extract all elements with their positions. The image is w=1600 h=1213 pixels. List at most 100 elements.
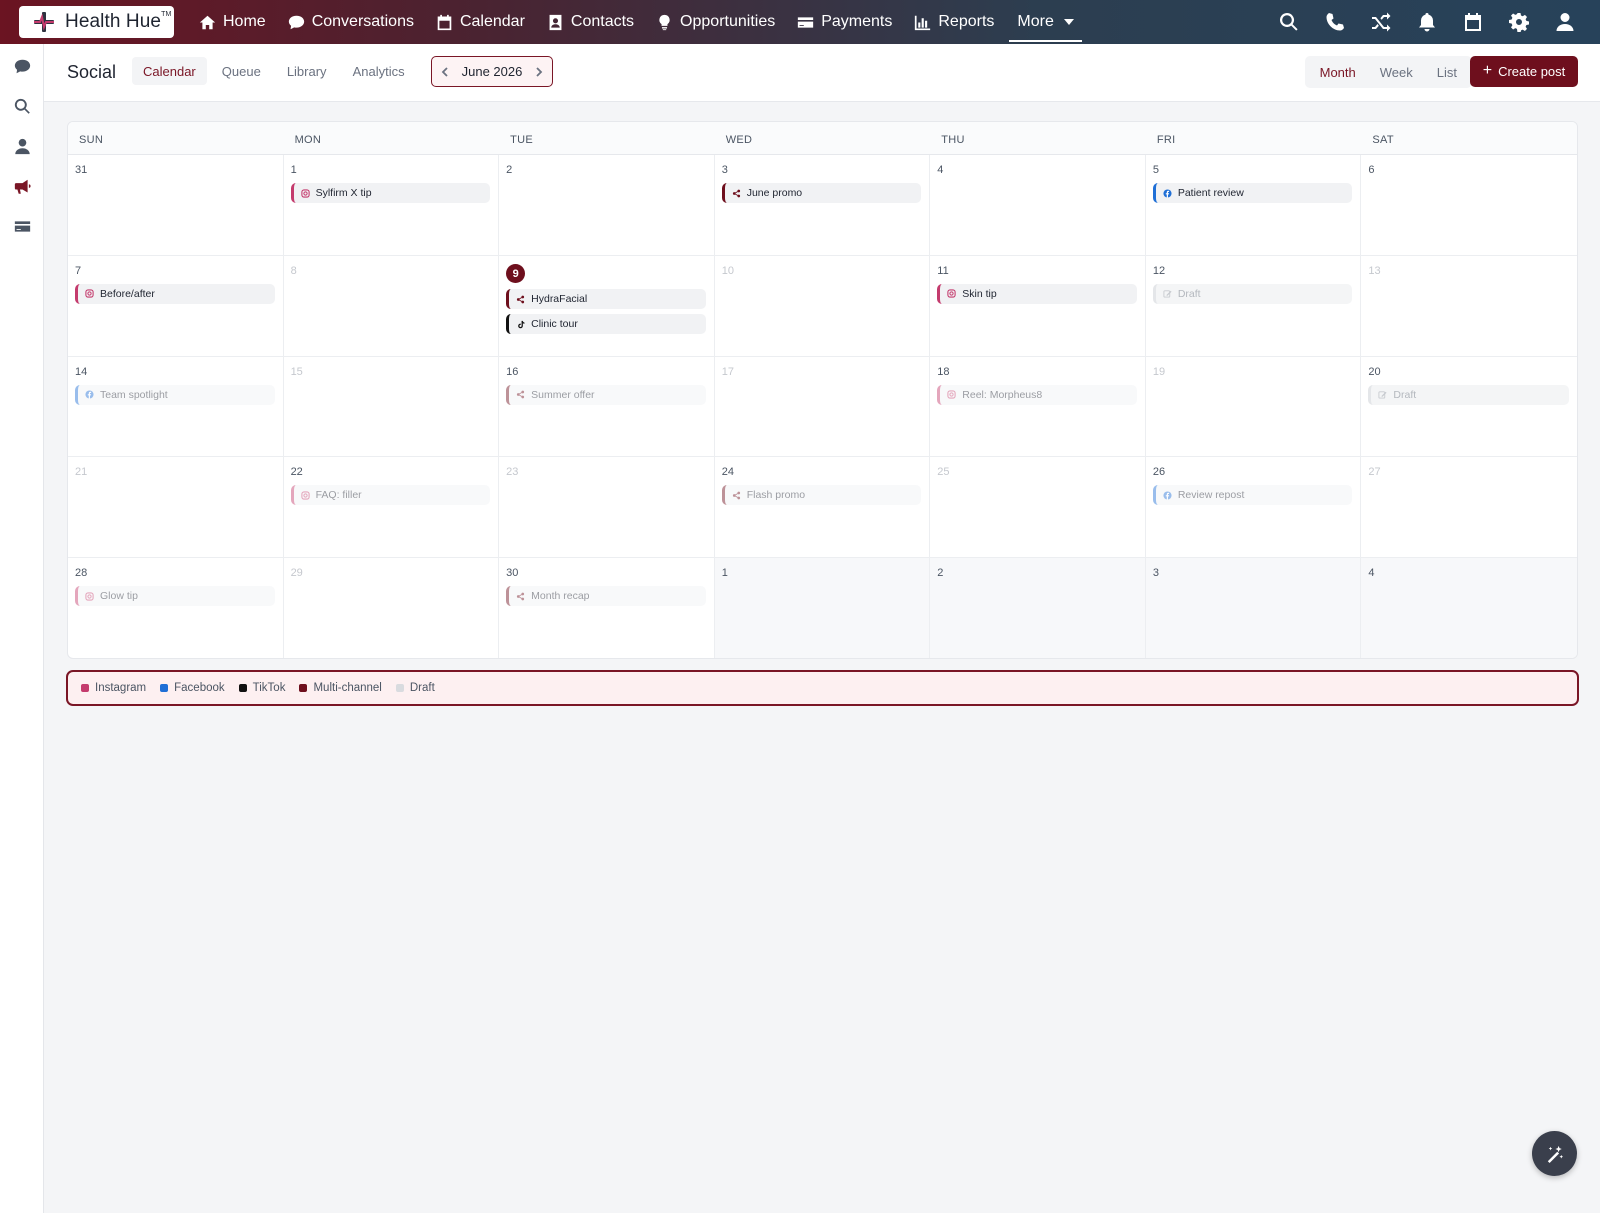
calendar-day-cell[interactable]: 13 (1361, 256, 1577, 357)
calendar-day-cell[interactable]: 3 (1145, 558, 1362, 658)
calendar-day-cell[interactable]: 3 June promo (714, 155, 931, 256)
nav-calendar[interactable]: Calendar (425, 0, 536, 44)
nav-contacts[interactable]: Contacts (536, 0, 645, 44)
calendar-day-cell[interactable]: 27 (1361, 457, 1577, 559)
calendar-day-cell[interactable]: 25 (930, 457, 1146, 559)
calendar-day-cell[interactable]: 26 Review repost (1145, 457, 1362, 559)
scheduled-post-chip[interactable]: HydraFacial (506, 289, 706, 310)
calendar-day-cell[interactable]: 28 Glow tip (68, 558, 284, 658)
scheduled-post-chip[interactable]: Skin tip (937, 283, 1137, 304)
search-button[interactable] (1266, 0, 1312, 44)
calendar-day-cell[interactable]: 29 (283, 558, 500, 658)
calendar-day-cell[interactable]: 4 (930, 155, 1146, 256)
tab-calendar[interactable]: Calendar (132, 57, 207, 85)
tab-analytics[interactable]: Analytics (342, 57, 416, 85)
calendar-day-cell[interactable]: 4 (1361, 558, 1577, 658)
view-list-button[interactable]: List (1425, 59, 1469, 85)
scheduled-post-chip[interactable]: Reel: Morpheus8 (937, 384, 1137, 405)
top-actions (1266, 0, 1588, 44)
calendar-day-cell[interactable]: 20 Draft (1361, 357, 1577, 458)
calendar-day-cell[interactable]: 16 Summer offer (499, 356, 715, 458)
calendar-day-cell[interactable]: 31 (68, 155, 284, 256)
scheduled-post-chip[interactable]: Sylfirm X tip (290, 183, 491, 203)
rail-payments[interactable] (0, 206, 44, 246)
prev-month-button[interactable] (438, 65, 452, 79)
weekday-header: SUN MON TUE WED THU FRI SAT (68, 122, 1577, 155)
brand-logo[interactable]: Health HueTM (19, 6, 174, 38)
scheduled-post-chip[interactable]: Flash promo (721, 485, 922, 506)
calendar-day-cell[interactable]: 22 FAQ: filler (283, 457, 500, 559)
search-icon (14, 98, 30, 114)
calendar-grid: 31 1 Sylfirm X tip 2 3 June promo 4 5 Patient re… (68, 155, 1577, 658)
calendar-day-cell[interactable]: 12 Draft (1145, 255, 1362, 357)
notifications-button[interactable] (1404, 0, 1450, 44)
calendar-day-cell[interactable]: 1 Sylfirm X tip (283, 155, 500, 256)
nav-opportunities[interactable]: Opportunities (645, 0, 786, 44)
shuffle-button[interactable] (1358, 0, 1404, 44)
day-number: 3 (1152, 567, 1159, 580)
nav-payments[interactable]: Payments (786, 0, 903, 44)
draft-post-chip[interactable]: Draft (1368, 384, 1569, 405)
calendar-day-cell[interactable]: 14 Team spotlight (68, 356, 284, 458)
scheduled-post-chip[interactable]: June promo (721, 183, 922, 203)
nav-more[interactable]: More (1009, 4, 1082, 42)
scheduled-post-chip[interactable]: Clinic tour (506, 314, 706, 335)
create-post-button[interactable]: + Create post (1470, 56, 1578, 87)
ai-assist-button[interactable] (1532, 1131, 1577, 1176)
calendar-day-cell[interactable]: 10 (714, 255, 931, 357)
calendar-day-cell[interactable]: 23 (499, 457, 715, 559)
scheduled-post-chip[interactable]: Month recap (506, 586, 706, 607)
nav-home[interactable]: Home (188, 0, 277, 44)
tab-queue[interactable]: Queue (211, 57, 272, 85)
calendar-day-cell[interactable]: 15 (283, 356, 500, 458)
calendar-day-cell[interactable]: 11 Skin tip (930, 255, 1146, 357)
profile-button[interactable] (1542, 0, 1588, 44)
settings-button[interactable] (1496, 0, 1542, 44)
rail-conversations[interactable] (0, 46, 44, 86)
legend-label: Instagram (95, 682, 147, 694)
rail-search[interactable] (0, 86, 44, 126)
credit-card-icon (798, 16, 814, 28)
draft-post-chip[interactable]: Draft (1152, 283, 1353, 304)
tab-library[interactable]: Library (276, 57, 338, 85)
calendar-day-cell[interactable]: 24 Flash promo (714, 457, 931, 559)
day-number: 21 (75, 466, 88, 479)
chat-icon (14, 59, 30, 73)
calendar-button[interactable] (1450, 0, 1496, 44)
calendar-day-cell[interactable]: 19 (1145, 356, 1362, 458)
rail-contacts[interactable] (0, 126, 44, 166)
nav-reports[interactable]: Reports (903, 0, 1005, 44)
view-month-button[interactable]: Month (1308, 59, 1368, 85)
user-icon (1556, 13, 1574, 31)
post-title: Skin tip (962, 287, 997, 300)
calendar-day-cell[interactable]: 7 Before/after (68, 255, 284, 357)
nav-conversations[interactable]: Conversations (277, 0, 425, 44)
scheduled-post-chip[interactable]: FAQ: filler (290, 485, 491, 506)
scheduled-post-chip[interactable]: Summer offer (506, 384, 706, 405)
scheduled-post-chip[interactable]: Glow tip (75, 586, 275, 607)
rail-social[interactable] (0, 166, 44, 206)
calendar-day-cell[interactable]: 6 (1361, 155, 1577, 256)
scheduled-post-chip[interactable]: Review repost (1152, 485, 1353, 506)
calendar-day-cell[interactable]: 21 (68, 457, 284, 559)
calendar-day-cell[interactable]: 8 (283, 255, 500, 357)
calendar-day-cell[interactable]: 5 Patient review (1145, 155, 1362, 256)
calendar-day-cell[interactable]: 17 (714, 356, 931, 458)
next-month-button[interactable] (532, 65, 546, 79)
post-title: June promo (746, 187, 803, 199)
scheduled-post-chip[interactable]: Before/after (75, 283, 275, 304)
day-number: 19 (1152, 365, 1166, 378)
calendar-day-cell[interactable]: 18 Reel: Morpheus8 (930, 356, 1146, 458)
scheduled-post-chip[interactable]: Patient review (1152, 183, 1353, 203)
weekday-label: FRI (1156, 134, 1176, 146)
calendar-day-cell[interactable]: 2 (499, 155, 715, 256)
calendar-day-cell[interactable]: 9 HydraFacial Clinic tour (499, 255, 715, 357)
calendar-day-cell[interactable]: 1 (714, 558, 931, 658)
calendar-day-cell[interactable]: 30 Month recap (499, 558, 715, 658)
calendar-day-cell[interactable]: 2 (930, 558, 1146, 658)
instagram-icon (85, 592, 94, 601)
view-week-button[interactable]: Week (1368, 59, 1425, 85)
scheduled-post-chip[interactable]: Team spotlight (75, 384, 275, 405)
phone-button[interactable] (1312, 0, 1358, 44)
legend-item-multi: Multi-channel (299, 682, 382, 694)
